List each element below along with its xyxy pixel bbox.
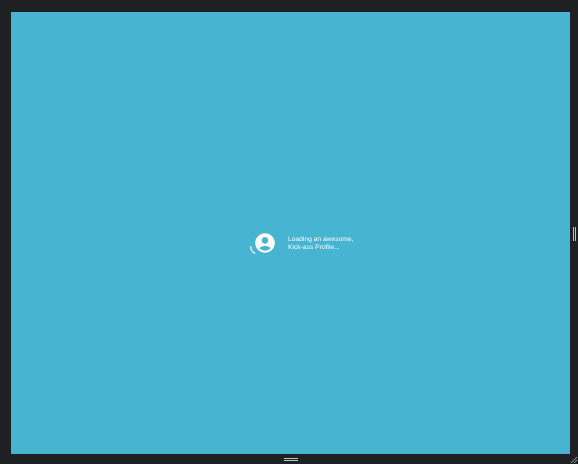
loading-message-line-2: Kick-ass Profile... (288, 244, 340, 251)
app-window: Loading an awesome, Kick-ass Profile... (0, 0, 578, 464)
bottom-resize-handle[interactable] (284, 458, 298, 461)
account-circle-icon (255, 233, 275, 253)
loading-message: Loading an awesome, Kick-ass Profile... (288, 236, 378, 252)
profile-loading-screen: Loading an awesome, Kick-ass Profile... (11, 12, 570, 454)
loading-message-line-1: Loading an awesome, (288, 236, 354, 243)
right-resize-handle[interactable] (573, 227, 576, 241)
loading-indicator: Loading an awesome, Kick-ass Profile... (239, 222, 369, 262)
corner-resize-grip-icon[interactable] (570, 456, 578, 464)
